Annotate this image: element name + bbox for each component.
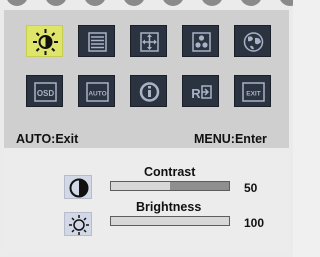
svg-text:AUTO: AUTO xyxy=(88,91,106,98)
menu-enter-hint: MENU:Enter xyxy=(194,132,267,146)
sun-icon xyxy=(33,29,58,55)
menu-tile-exit[interactable]: EXIT xyxy=(234,75,271,107)
svg-text:OSD: OSD xyxy=(37,89,55,98)
decor-arc xyxy=(45,0,67,6)
decor-arc xyxy=(84,0,106,6)
contrast-value: 50 xyxy=(244,181,258,195)
brightness-icon xyxy=(69,215,89,235)
contrast-control-icon xyxy=(64,175,92,199)
menu-tile-reset[interactable]: R xyxy=(182,75,219,107)
contrast-label: Contrast xyxy=(144,165,196,179)
auto-exit-hint: AUTO:Exit xyxy=(16,132,79,146)
contrast-slider-fill xyxy=(111,182,170,190)
lines-icon xyxy=(88,32,107,52)
osd-icon: OSD xyxy=(34,82,57,102)
brightness-label: Brightness xyxy=(136,200,202,214)
globe-icon xyxy=(243,32,264,52)
exit-icon: EXIT xyxy=(242,82,265,102)
menu-tile-brightness-contrast[interactable] xyxy=(26,25,63,57)
svg-text:R: R xyxy=(191,86,201,101)
contrast-slider[interactable] xyxy=(110,181,230,191)
menu-tile-language[interactable] xyxy=(234,25,271,57)
menu-tile-osd[interactable]: OSD xyxy=(26,75,63,107)
decor-arc xyxy=(201,0,223,6)
top-strip xyxy=(0,0,293,10)
color-dots-icon xyxy=(192,32,211,52)
menu-tile-position[interactable] xyxy=(130,25,167,57)
svg-text:EXIT: EXIT xyxy=(246,91,260,98)
decor-arc xyxy=(240,0,262,6)
menu-tile-color[interactable] xyxy=(182,25,219,57)
menu-tile-image-settings[interactable] xyxy=(78,25,115,57)
decor-arc xyxy=(123,0,145,6)
contrast-icon xyxy=(69,178,89,198)
reset-icon: R xyxy=(191,85,212,101)
info-icon xyxy=(139,82,160,102)
menu-tile-information[interactable] xyxy=(130,75,167,107)
decor-arc xyxy=(279,0,293,6)
decor-arc xyxy=(6,0,28,6)
auto-icon: AUTO xyxy=(86,82,109,102)
move-icon xyxy=(140,32,159,52)
settings-panel: Contrast 50 Brightness 100 xyxy=(4,150,289,252)
brightness-control-icon xyxy=(64,212,92,236)
brightness-slider-fill xyxy=(111,217,229,225)
decor-arc xyxy=(162,0,184,6)
brightness-slider[interactable] xyxy=(110,216,230,226)
osd-menu: OSD AUTO R EXIT AUTO:Exit MENU:Enter Con… xyxy=(0,0,293,257)
brightness-value: 100 xyxy=(244,216,265,230)
menu-tile-auto[interactable]: AUTO xyxy=(78,75,115,107)
menu-panel: OSD AUTO R EXIT AUTO:Exit MENU:Enter xyxy=(4,10,289,148)
